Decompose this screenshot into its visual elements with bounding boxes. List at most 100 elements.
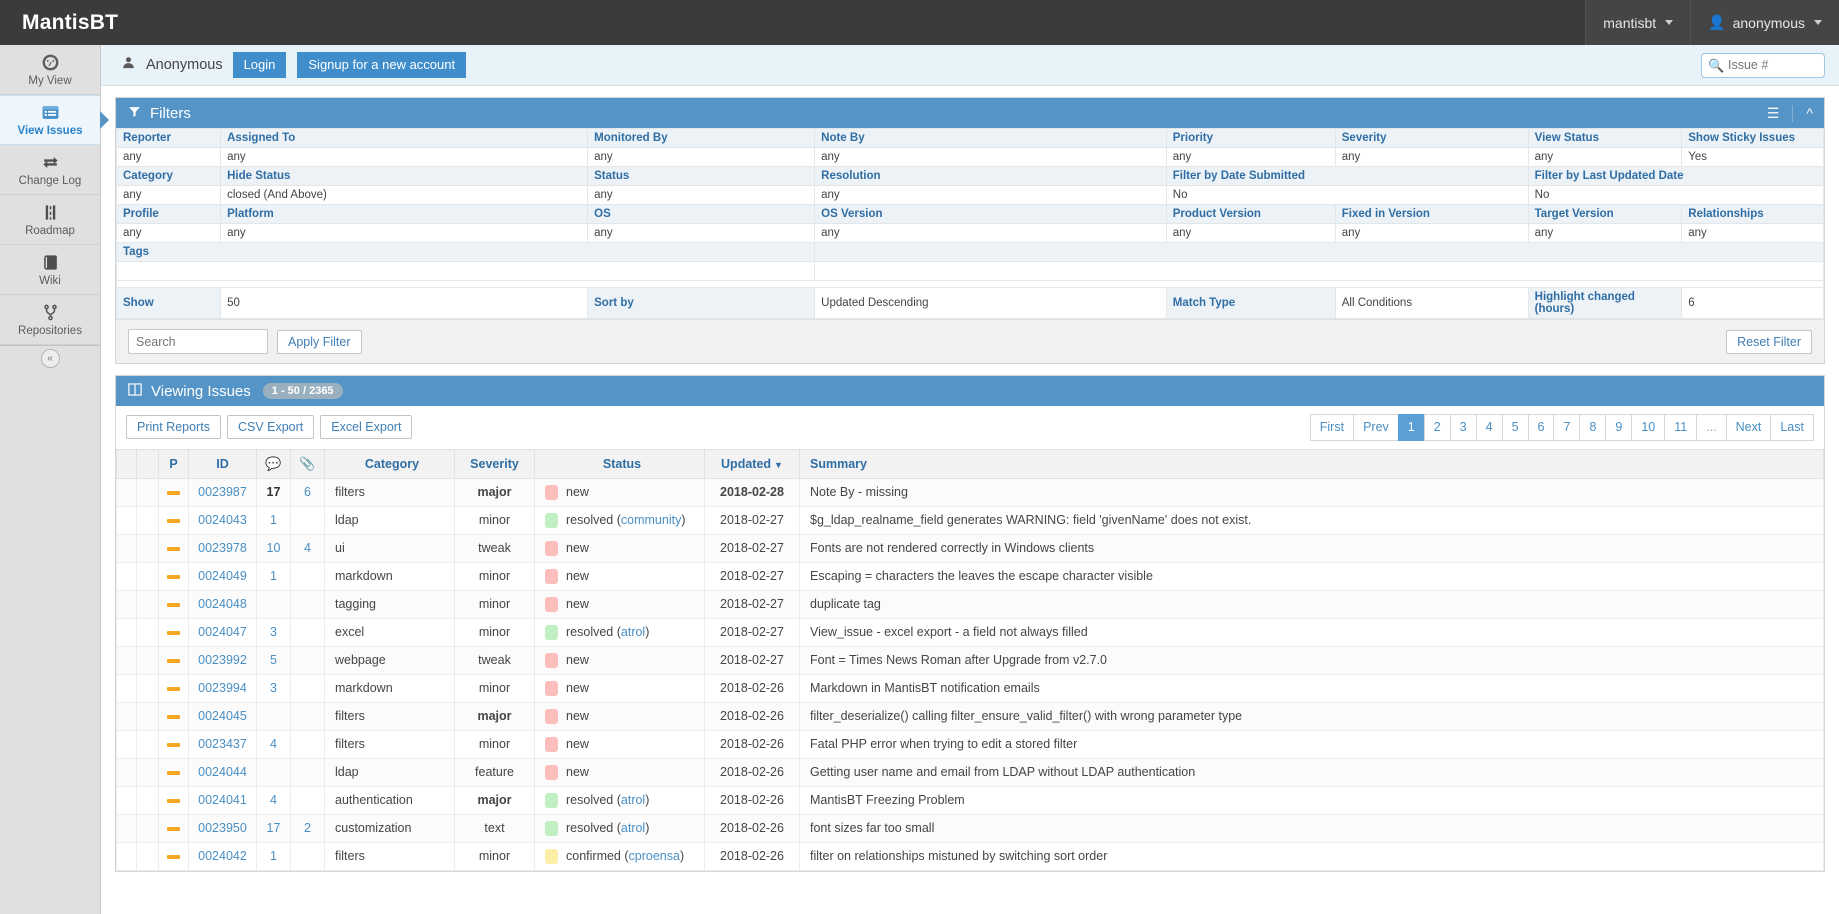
filter-label-os[interactable]: OS — [588, 205, 815, 224]
table-row[interactable]: 00240431ldapminorresolved (community)201… — [117, 506, 1824, 534]
row-select-checkbox[interactable] — [117, 590, 137, 618]
table-row[interactable]: 0023978104uitweaknew2018-02-27Fonts are … — [117, 534, 1824, 562]
filter-label-view-status[interactable]: View Status — [1528, 129, 1682, 148]
filter-value-product-version[interactable]: any — [1166, 224, 1335, 243]
table-row[interactable]: 00239943markdownminornew2018-02-26Markdo… — [117, 674, 1824, 702]
user-menu[interactable]: 👤 anonymous — [1690, 0, 1839, 45]
filter-label-tags[interactable]: Tags — [117, 243, 815, 262]
filter-label-status[interactable]: Status — [588, 167, 815, 186]
issue-id-link[interactable]: 0023987 — [198, 485, 247, 499]
row-select-checkbox[interactable] — [117, 534, 137, 562]
issue-id-link[interactable]: 0023994 — [198, 681, 247, 695]
row-select-checkbox[interactable] — [117, 646, 137, 674]
filter-value-tags[interactable] — [117, 262, 815, 281]
page-2[interactable]: 2 — [1424, 414, 1450, 441]
table-row[interactable]: 0024044ldapfeaturenew2018-02-26Getting u… — [117, 758, 1824, 786]
filter-value-assigned-to[interactable]: any — [221, 148, 588, 167]
filter-value-target-version[interactable]: any — [1528, 224, 1682, 243]
page-1[interactable]: 1 — [1398, 414, 1424, 441]
filter-label-reporter[interactable]: Reporter — [117, 129, 221, 148]
filter-label-relationships[interactable]: Relationships — [1682, 205, 1824, 224]
column-header-id[interactable]: ID — [189, 450, 257, 479]
filter-label-priority[interactable]: Priority — [1166, 129, 1335, 148]
row-select-checkbox[interactable] — [117, 758, 137, 786]
filter-label-fixed-in-version[interactable]: Fixed in Version — [1335, 205, 1528, 224]
filter-label-note-by[interactable]: Note By — [815, 129, 1167, 148]
filter-value-severity[interactable]: any — [1335, 148, 1528, 167]
filter-value-show[interactable]: 50 — [221, 288, 588, 319]
page-4[interactable]: 4 — [1476, 414, 1502, 441]
issue-id-link[interactable]: 0023950 — [198, 821, 247, 835]
filter-value-filter-by-last-updated-date[interactable]: No — [1528, 186, 1823, 205]
filter-label-match-type[interactable]: Match Type — [1166, 288, 1335, 319]
table-row[interactable]: 00240473excelminorresolved (atrol)2018-0… — [117, 618, 1824, 646]
filter-label-resolution[interactable]: Resolution — [815, 167, 1167, 186]
page-6[interactable]: 6 — [1528, 414, 1554, 441]
issue-id-link[interactable]: 0024048 — [198, 597, 247, 611]
sidebar-item-roadmap[interactable]: Roadmap — [0, 195, 100, 245]
page-5[interactable]: 5 — [1502, 414, 1528, 441]
filter-value-os[interactable]: any — [588, 224, 815, 243]
table-row[interactable]: 00239925webpagetweaknew2018-02-27Font = … — [117, 646, 1824, 674]
filter-value-filter-by-date-submitted[interactable]: No — [1166, 186, 1528, 205]
project-selector[interactable]: mantisbt — [1585, 0, 1690, 45]
reset-filter-button[interactable]: Reset Filter — [1726, 330, 1812, 354]
print-reports-button[interactable]: Print Reports — [126, 415, 221, 439]
issue-id-link[interactable]: 0024047 — [198, 625, 247, 639]
filter-search-input[interactable] — [128, 329, 268, 354]
table-row[interactable]: 0024048taggingminornew2018-02-27duplicat… — [117, 590, 1824, 618]
issue-id-link[interactable]: 0023978 — [198, 541, 247, 555]
page-7[interactable]: 7 — [1553, 414, 1579, 441]
filter-label-show[interactable]: Show — [117, 288, 221, 319]
filter-label-product-version[interactable]: Product Version — [1166, 205, 1335, 224]
filter-value-match-type[interactable]: All Conditions — [1335, 288, 1528, 319]
status-handler-link[interactable]: atrol — [621, 821, 645, 835]
filter-label-hide-status[interactable]: Hide Status — [221, 167, 588, 186]
row-select-checkbox[interactable] — [117, 506, 137, 534]
column-header-summary[interactable]: Summary — [800, 450, 1824, 479]
sidebar-item-change-log[interactable]: Change Log — [0, 145, 100, 195]
status-handler-link[interactable]: cproensa — [629, 849, 680, 863]
filter-value-profile[interactable]: any — [117, 224, 221, 243]
filter-value-os-version[interactable]: any — [815, 224, 1167, 243]
column-header-priority[interactable]: P — [159, 450, 189, 479]
page-prev[interactable]: Prev — [1353, 414, 1398, 441]
column-header-select[interactable] — [117, 450, 137, 479]
filter-value-relationships[interactable]: any — [1682, 224, 1824, 243]
filter-value-highlight-changed[interactable]: 6 — [1682, 288, 1824, 319]
hamburger-icon[interactable]: ☰ — [1767, 106, 1780, 120]
filter-value-monitored-by[interactable]: any — [588, 148, 815, 167]
apply-filter-button[interactable]: Apply Filter — [277, 330, 362, 354]
table-row[interactable]: 00240421filtersminorconfirmed (cproensa)… — [117, 842, 1824, 870]
column-header-category[interactable]: Category — [325, 450, 455, 479]
filter-value-sort-by[interactable]: Updated Descending — [815, 288, 1167, 319]
page-last[interactable]: Last — [1770, 414, 1814, 441]
row-select-checkbox[interactable] — [117, 618, 137, 646]
page-11[interactable]: 11 — [1664, 414, 1696, 441]
table-row[interactable]: 0023950172customizationtextresolved (atr… — [117, 814, 1824, 842]
column-header-status[interactable]: Status — [535, 450, 705, 479]
filter-value-fixed-in-version[interactable]: any — [1335, 224, 1528, 243]
row-select-checkbox[interactable] — [117, 674, 137, 702]
row-select-checkbox[interactable] — [117, 786, 137, 814]
filter-label-filter-by-last-updated-date[interactable]: Filter by Last Updated Date — [1528, 167, 1823, 186]
filter-label-highlight-changed[interactable]: Highlight changed (hours) — [1528, 288, 1682, 319]
column-header-attachments[interactable]: 📎 — [291, 450, 325, 479]
filter-value-platform[interactable]: any — [221, 224, 588, 243]
row-select-checkbox[interactable] — [117, 730, 137, 758]
filter-label-assigned-to[interactable]: Assigned To — [221, 129, 588, 148]
sidebar-item-wiki[interactable]: Wiki — [0, 245, 100, 295]
table-row[interactable]: 00240414authenticationmajorresolved (atr… — [117, 786, 1824, 814]
table-row[interactable]: 0023987176filtersmajornew2018-02-28Note … — [117, 478, 1824, 506]
status-handler-link[interactable]: community — [621, 513, 681, 527]
filter-label-target-version[interactable]: Target Version — [1528, 205, 1682, 224]
filter-label-profile[interactable]: Profile — [117, 205, 221, 224]
row-select-checkbox[interactable] — [117, 842, 137, 870]
page-9[interactable]: 9 — [1605, 414, 1631, 441]
filter-value-view-status[interactable]: any — [1528, 148, 1682, 167]
filter-label-filter-by-date-submitted[interactable]: Filter by Date Submitted — [1166, 167, 1528, 186]
filter-label-monitored-by[interactable]: Monitored By — [588, 129, 815, 148]
column-header-notes[interactable]: 💬 — [257, 450, 291, 479]
table-row[interactable]: 00240491markdownminornew2018-02-27Escapi… — [117, 562, 1824, 590]
row-select-checkbox[interactable] — [117, 478, 137, 506]
